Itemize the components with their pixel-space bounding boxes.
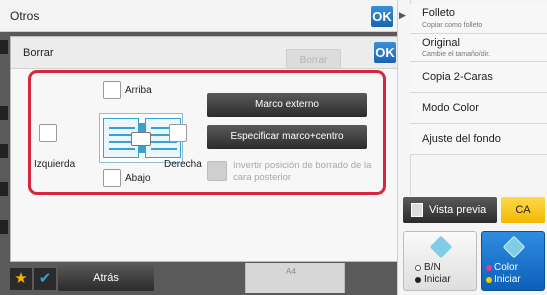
invert-back-label: Invertir posición de borrado de la cara … — [233, 160, 372, 183]
rp-item-label: Original — [422, 37, 460, 49]
rp-item-label: Ajuste del fondo — [422, 133, 501, 145]
background-tab — [0, 182, 8, 196]
dialog-title: Borrar — [23, 47, 54, 59]
dialog-header: Borrar Borrar OK — [11, 37, 399, 69]
rp-item-ajuste-fondo[interactable]: Ajuste del fondo — [410, 124, 547, 155]
start-color-button[interactable]: Color Iniciar — [481, 231, 545, 291]
preview-label: Vista previa — [429, 204, 487, 216]
preview-icon — [411, 203, 423, 217]
rp-item-sublabel: Copiar como folleto — [422, 22, 483, 29]
center-checkbox[interactable] — [131, 132, 151, 146]
preview-button[interactable]: Vista previa — [403, 197, 497, 223]
start-color-action: Iniciar — [494, 274, 521, 285]
start-diamond-icon — [502, 235, 526, 259]
ghost-text: A4 — [286, 267, 296, 276]
right-label: Derecha — [164, 159, 202, 170]
rp-item-label: Modo Color — [422, 102, 479, 114]
erase-options-frame: Arriba Izquierda Derecha Abajo Marco ext… — [28, 70, 386, 195]
bottom-checkbox[interactable] — [103, 169, 121, 187]
background-tab — [0, 144, 8, 158]
invert-back-checkbox[interactable] — [207, 161, 227, 181]
copier-screen: Otros OK Borrar Borrar OK Arriba Izquier… — [0, 0, 547, 295]
start-bw-action: Iniciar — [424, 274, 451, 285]
borrar-button[interactable]: Borrar — [286, 49, 341, 69]
otros-ok-button[interactable]: OK — [371, 6, 393, 27]
rp-item-original[interactable]: Original Cambie el tamaño/dir. — [410, 34, 547, 62]
play-icon: ▶ — [399, 10, 406, 20]
top-label: Arriba — [125, 85, 152, 96]
rp-item-label: Copia 2-Caras — [422, 71, 493, 83]
left-label: Izquierda — [34, 159, 76, 170]
otros-header: Otros OK — [0, 0, 397, 32]
star-icon[interactable]: ★ — [10, 268, 32, 290]
otros-title: Otros — [10, 9, 40, 23]
dialog-ok-button[interactable]: OK — [374, 42, 396, 63]
ghost-tray: A4 — [245, 263, 345, 293]
start-color-label: Color — [494, 262, 518, 273]
rp-item-modo-color[interactable]: Modo Color — [410, 93, 547, 124]
rp-item-label: Folleto — [422, 7, 456, 19]
start-diamond-icon — [429, 235, 453, 259]
check-icon[interactable]: ✔ — [34, 268, 56, 290]
rp-item-copia-2-caras[interactable]: Copia 2-Caras — [410, 62, 547, 93]
right-checkbox[interactable] — [169, 124, 187, 142]
left-checkbox[interactable] — [39, 124, 57, 142]
rp-item-folleto[interactable]: Folleto Copiar como folleto — [410, 4, 547, 34]
bottom-label: Abajo — [125, 173, 151, 184]
top-checkbox[interactable] — [103, 81, 121, 99]
start-bw-button[interactable]: B/N Iniciar — [403, 231, 477, 291]
rp-item-sublabel: Cambie el tamaño/dir. — [422, 51, 491, 58]
background-tab — [0, 106, 8, 120]
background-tab — [0, 220, 8, 234]
ca-button[interactable]: CA — [501, 197, 545, 223]
back-button[interactable]: Atrás — [58, 265, 154, 291]
frame-center-button[interactable]: Especificar marco+centro — [207, 125, 367, 149]
start-bw-label: B/N — [424, 262, 441, 273]
outer-frame-button[interactable]: Marco externo — [207, 93, 367, 117]
background-tab — [0, 40, 8, 54]
